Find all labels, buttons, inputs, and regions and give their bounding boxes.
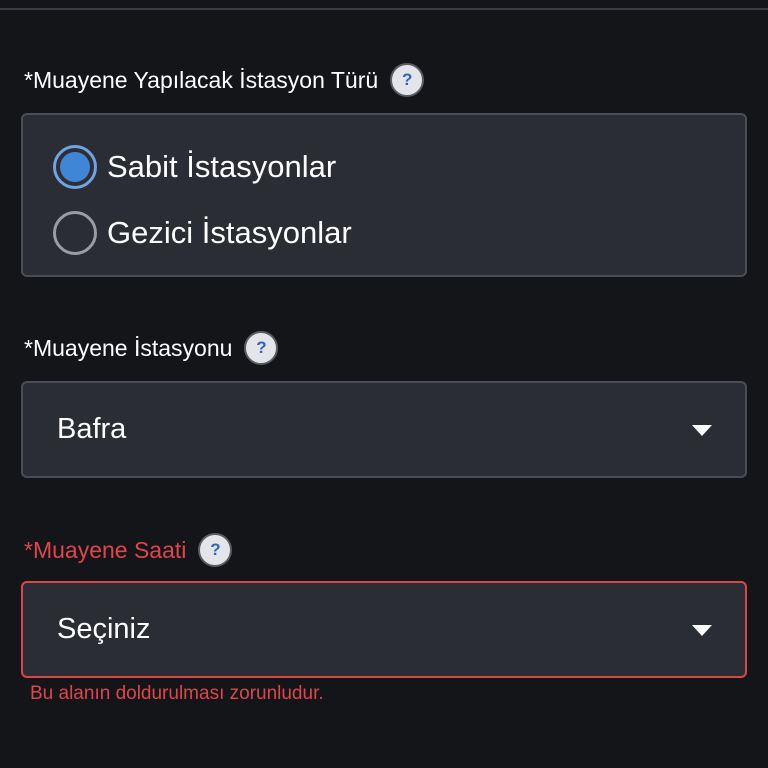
radio-option-fixed-stations[interactable]: Sabit İstasyonlar — [53, 145, 336, 189]
station-label: *Muayene İstasyonu — [24, 334, 233, 361]
station-help-icon[interactable]: ? — [244, 331, 279, 365]
radio-label-mobile-stations: Gezici İstasyonlar — [107, 215, 352, 250]
top-divider — [0, 8, 768, 10]
time-label: *Muayene Saati — [24, 536, 187, 563]
chevron-down-icon — [692, 424, 712, 436]
station-label-row: *Muayene İstasyonu ? — [24, 331, 279, 365]
appointment-form: *Muayene Yapılacak İstasyon Türü ? Sabit… — [0, 0, 768, 768]
time-select-value: Seçiniz — [57, 613, 151, 645]
time-label-row: *Muayene Saati ? — [24, 533, 233, 567]
radio-unchecked-icon[interactable] — [53, 211, 97, 255]
station-type-help-icon[interactable]: ? — [390, 63, 425, 97]
radio-checked-icon[interactable] — [53, 145, 97, 189]
time-select[interactable]: Seçiniz — [21, 581, 747, 678]
time-error-message: Bu alanın doldurulması zorunludur. — [30, 683, 324, 704]
station-select[interactable]: Bafra — [21, 381, 747, 478]
station-type-radio-group: Sabit İstasyonlar Gezici İstasyonlar — [21, 113, 747, 277]
time-help-icon[interactable]: ? — [198, 533, 233, 567]
station-type-label: *Muayene Yapılacak İstasyon Türü — [24, 66, 379, 93]
station-type-label-row: *Muayene Yapılacak İstasyon Türü ? — [24, 63, 425, 97]
station-select-value: Bafra — [57, 413, 127, 445]
radio-option-mobile-stations[interactable]: Gezici İstasyonlar — [53, 211, 352, 255]
chevron-down-icon — [692, 624, 712, 636]
radio-label-fixed-stations: Sabit İstasyonlar — [107, 149, 337, 184]
